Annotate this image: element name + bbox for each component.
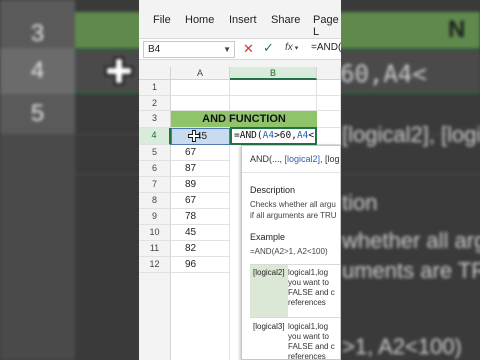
formula-input[interactable]: =AND( xyxy=(311,42,341,53)
cell-a7[interactable]: 89 xyxy=(171,177,230,193)
bg-hint-2: whether all argu xyxy=(342,228,480,253)
param-divider xyxy=(250,317,340,318)
cell-a-empty[interactable] xyxy=(171,273,230,360)
checkmark-icon[interactable]: ✓ xyxy=(263,40,274,56)
signature-highlight: [logical2] xyxy=(284,154,321,164)
row-header-4[interactable]: 4 xyxy=(139,128,171,145)
description-heading: Description xyxy=(250,185,296,195)
formula-ref-2: A4 xyxy=(296,130,309,141)
column-header-c[interactable] xyxy=(317,67,341,80)
param-desc-logical2-2: you want to xyxy=(288,278,329,287)
cell-a8[interactable]: 67 xyxy=(171,193,230,209)
param-desc-logical3-3: FALSE and c xyxy=(288,342,335,351)
insert-function-button[interactable]: fx ▾ xyxy=(285,42,298,53)
bg-title-fragment: N xyxy=(448,16,466,43)
row-header-filler xyxy=(139,273,171,360)
formula-suffix: < xyxy=(308,130,315,141)
menu-home[interactable]: Home xyxy=(185,14,214,26)
row-header-2[interactable]: 2 xyxy=(139,96,171,111)
param-desc-logical3-1: logical1,log xyxy=(288,322,329,331)
function-tooltip: AND(..., [logical2], [logic Description … xyxy=(241,145,341,360)
param-name-logical2: [logical2] xyxy=(250,265,288,317)
row-header-12[interactable]: 12 xyxy=(139,257,171,273)
bg-hint-1: tion xyxy=(342,190,378,215)
row-header-9[interactable]: 9 xyxy=(139,209,171,225)
select-all-corner[interactable] xyxy=(139,67,171,80)
description-line-2: if all arguments are TRU xyxy=(250,211,337,220)
cell-a6[interactable]: 87 xyxy=(171,161,230,177)
example-text: =AND(A2>1, A2<100) xyxy=(250,247,328,256)
video-frame: 3 4 5 N 60,A4< [logical2], [logi tion wh… xyxy=(0,0,480,360)
formula-mid: >60, xyxy=(274,130,297,141)
name-box-value: B4 xyxy=(148,44,161,55)
column-header-b[interactable]: B xyxy=(230,67,317,80)
formula-bar: B4 ▼ ✕ ✓ fx ▾ =AND( xyxy=(139,38,341,60)
cell-c4[interactable] xyxy=(317,128,341,145)
bg-args-hint: [logical2], [logi xyxy=(342,122,480,147)
bg-cell-cursor-icon xyxy=(105,57,133,85)
cell-b2[interactable] xyxy=(230,96,317,111)
formula-ref-1: A4 xyxy=(262,130,275,141)
formula-prefix: =AND( xyxy=(234,130,263,141)
name-box[interactable]: B4 ▼ xyxy=(143,41,235,58)
bg-hint-3: uments are TRU xyxy=(342,258,480,283)
excel-window: File Home Insert Share Page L B4 ▼ ✕ ✓ f… xyxy=(139,0,341,360)
cell-c3[interactable] xyxy=(317,111,341,128)
cell-c2[interactable] xyxy=(317,96,341,111)
cell-c1[interactable] xyxy=(317,80,341,96)
menu-file[interactable]: File xyxy=(153,14,171,26)
cell-cursor-icon xyxy=(188,130,200,142)
fx-label: fx xyxy=(285,42,293,53)
param-name-logical3: [logical3] xyxy=(253,322,285,331)
ribbon-menu: File Home Insert Share Page L xyxy=(139,0,341,38)
bg-row-5: 5 xyxy=(0,94,75,134)
row-header-1[interactable]: 1 xyxy=(139,80,171,96)
row-header-6[interactable]: 6 xyxy=(139,161,171,177)
tooltip-divider xyxy=(242,172,340,173)
row-header-5[interactable]: 5 xyxy=(139,145,171,161)
cell-a4[interactable]: 45 xyxy=(171,128,230,145)
bg-row-4: 4 xyxy=(0,48,75,94)
cell-a10[interactable]: 45 xyxy=(171,225,230,241)
example-heading: Example xyxy=(250,232,286,242)
menu-insert[interactable]: Insert xyxy=(229,14,257,26)
row-header-8[interactable]: 8 xyxy=(139,193,171,209)
cell-a9[interactable]: 78 xyxy=(171,209,230,225)
close-icon[interactable]: ✕ xyxy=(243,41,254,57)
param-desc-logical2-1: logical1,log xyxy=(288,268,329,277)
menu-share[interactable]: Share xyxy=(271,14,300,26)
title-cell[interactable]: AND FUNCTION xyxy=(171,111,317,128)
row-header-3[interactable]: 3 xyxy=(139,111,171,128)
column-header-a[interactable]: A xyxy=(171,67,230,80)
row-header-11[interactable]: 11 xyxy=(139,241,171,257)
bg-formula-fragment: 60,A4< xyxy=(340,60,427,88)
cell-a12[interactable]: 96 xyxy=(171,257,230,273)
cell-b1[interactable] xyxy=(230,80,317,96)
description-line-1: Checks whether all argu xyxy=(250,200,336,209)
cell-a2[interactable] xyxy=(171,96,230,111)
cell-a1[interactable] xyxy=(171,80,230,96)
bg-row-3: 3 xyxy=(0,20,75,48)
cell-a11[interactable]: 82 xyxy=(171,241,230,257)
menu-page-layout[interactable]: Page L xyxy=(313,14,341,38)
signature-rest: , [logic xyxy=(320,154,340,164)
param-desc-logical3-4: references xyxy=(288,352,326,360)
row-header-10[interactable]: 10 xyxy=(139,225,171,241)
param-desc-logical2-4: references xyxy=(288,298,326,307)
cell-a5[interactable]: 67 xyxy=(171,145,230,161)
param-desc-logical3-2: you want to xyxy=(288,332,329,341)
row-header-7[interactable]: 7 xyxy=(139,177,171,193)
param-desc-logical2-3: FALSE and c xyxy=(288,288,335,297)
bg-hint-4: >1, A2<100) xyxy=(342,334,462,359)
cell-b4-editor[interactable]: =AND(A4>60,A4< xyxy=(230,127,317,145)
function-signature[interactable]: AND(..., [logical2], [logic xyxy=(250,154,340,164)
signature-prefix: AND(..., xyxy=(250,154,285,164)
chevron-down-icon[interactable]: ▼ xyxy=(223,42,231,57)
